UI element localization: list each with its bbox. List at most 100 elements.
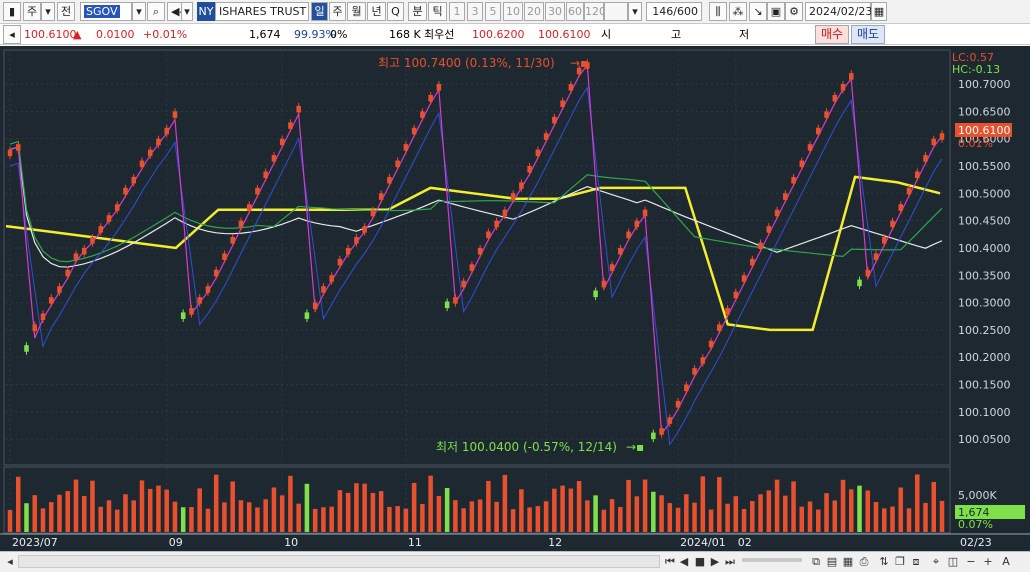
tab-minute[interactable]: 분 — [408, 2, 427, 21]
volume-bar — [246, 502, 252, 532]
tab-tick[interactable]: 틱 — [428, 2, 447, 21]
scroll-left-icon[interactable]: ◂ — [4, 555, 16, 569]
print-icon[interactable]: ⎙ — [858, 555, 870, 569]
volume-level-label: 5,000K — [958, 489, 997, 502]
export-icon[interactable]: ⧈ — [910, 555, 922, 569]
minute-10[interactable]: 10 — [503, 2, 523, 21]
tab-quarter[interactable]: Q — [387, 2, 404, 21]
volume-bar — [799, 506, 805, 532]
volume-bar — [114, 509, 120, 532]
zoom-reset-icon[interactable]: ◫ — [946, 555, 960, 569]
indicator-lines — [5, 63, 943, 447]
minute-30[interactable]: 30 — [545, 2, 565, 21]
scroll-prev-icon[interactable]: ◀ — [678, 555, 690, 569]
volume-bar — [914, 474, 920, 532]
info-toggle-icon[interactable]: ◂ — [3, 25, 21, 44]
symbol-input[interactable]: SGOV — [80, 2, 132, 21]
low-arrow-icon: →▪ — [626, 440, 644, 454]
scroll-stop-icon[interactable]: ■ — [694, 555, 706, 569]
y-tick-label: 100.5000 — [958, 187, 1011, 200]
zoom-slider-track[interactable] — [742, 558, 802, 562]
zoom-out-icon[interactable]: − — [964, 555, 978, 569]
minute-60[interactable]: 60 — [566, 2, 584, 21]
zoom-in-icon[interactable]: + — [981, 555, 995, 569]
divider — [75, 2, 79, 21]
minute-1[interactable]: 1 — [449, 2, 465, 21]
drawing-tool-icon[interactable]: ↘ — [749, 2, 767, 21]
volume-bar — [840, 479, 846, 532]
candle-body — [395, 160, 400, 168]
volume-bar — [304, 483, 310, 532]
candle-body — [881, 237, 887, 244]
candle-body — [90, 237, 95, 244]
price-change: 0.0100 — [96, 28, 135, 41]
price-change-pct: +0.01% — [143, 28, 188, 41]
candle-body — [131, 176, 136, 184]
candle-body — [436, 84, 442, 91]
type-select[interactable]: 전 — [57, 2, 75, 21]
volume-bar — [807, 501, 813, 532]
gear-icon[interactable]: ⚙ — [785, 2, 803, 21]
volume-bar — [296, 503, 301, 532]
tab-day[interactable]: 일 — [311, 2, 328, 21]
candle-body — [156, 138, 161, 146]
sell-button[interactable]: 매도 — [851, 25, 885, 44]
candle-body — [362, 226, 367, 233]
toggle-icon[interactable]: ⇅ — [878, 555, 890, 569]
minute-120[interactable]: 120 — [584, 2, 606, 21]
candle-body — [403, 144, 409, 151]
sound-dropdown-icon[interactable]: ▾ — [181, 2, 193, 21]
search-icon[interactable]: ⌕ — [147, 2, 165, 21]
market-dropdown-icon[interactable]: ▾ — [41, 2, 55, 21]
tab-year[interactable]: 년 — [367, 2, 386, 21]
symbol-dropdown-icon[interactable]: ▾ — [132, 2, 146, 21]
candle-body — [568, 84, 574, 91]
bar-count-field[interactable]: 146/600 — [646, 2, 702, 21]
candle-body — [783, 193, 788, 200]
candle-body — [453, 297, 458, 304]
custom-period-dropdown-icon[interactable]: ▾ — [628, 2, 642, 21]
custom-period-input[interactable] — [604, 2, 628, 21]
calendar-icon[interactable]: ▦ — [871, 2, 887, 21]
volume-bar — [24, 503, 29, 532]
x-tick-label: 11 — [408, 536, 422, 549]
candle-body — [898, 204, 904, 211]
date-field[interactable]: 2024/02/23 — [805, 2, 872, 21]
hc-label: HC:-0.13 — [952, 63, 1000, 76]
market-select[interactable]: 주 — [23, 2, 41, 21]
candle-body — [659, 428, 664, 435]
save-icon[interactable]: ▣ — [767, 2, 785, 21]
scroll-next-icon[interactable]: ▶ — [709, 555, 721, 569]
candle-body — [807, 144, 813, 151]
grid-icon[interactable]: ▦ — [842, 555, 854, 569]
candle-settings-icon[interactable]: ⫼ — [709, 2, 727, 21]
chart-canvas[interactable]: 100.7000100.6500100.6000100.5500100.5000… — [0, 46, 1030, 551]
volume-bar — [931, 481, 937, 532]
bar-count-value: 146 — [652, 5, 674, 18]
buy-button[interactable]: 매수 — [815, 25, 849, 44]
scroll-end-icon[interactable]: ⏭ — [724, 555, 736, 569]
panel-toggle-icon[interactable]: ▮ — [3, 2, 21, 21]
minute-3[interactable]: 3 — [467, 2, 483, 21]
candle-body — [222, 253, 227, 260]
minute-20[interactable]: 20 — [524, 2, 544, 21]
compare-icon[interactable]: ⧉ — [810, 555, 822, 569]
volume-bar — [288, 475, 293, 532]
scroll-track[interactable] — [18, 555, 660, 568]
crosshair-icon[interactable]: ⌖ — [930, 555, 942, 569]
layout-icon[interactable]: ▤ — [826, 555, 838, 569]
tab-week[interactable]: 주 — [329, 2, 346, 21]
candle-body — [865, 269, 871, 277]
minute-5[interactable]: 5 — [485, 2, 501, 21]
indicator-add-icon[interactable]: ⁂ — [729, 2, 747, 21]
candle-body — [106, 215, 112, 222]
tab-month[interactable]: 월 — [347, 2, 366, 21]
x-tick-label: 2024/01 — [680, 536, 726, 549]
candle-body — [560, 100, 565, 107]
copy-icon[interactable]: ❐ — [894, 555, 906, 569]
price-chart[interactable]: 100.7000 100.6500 100.6000 100.5500 100.5000… — [0, 46, 1030, 551]
zoom-fit-icon[interactable]: A — [999, 555, 1013, 569]
scroll-start-icon[interactable]: ⏮ — [664, 555, 676, 569]
candle-body — [717, 324, 722, 331]
volume-bar — [48, 502, 54, 532]
